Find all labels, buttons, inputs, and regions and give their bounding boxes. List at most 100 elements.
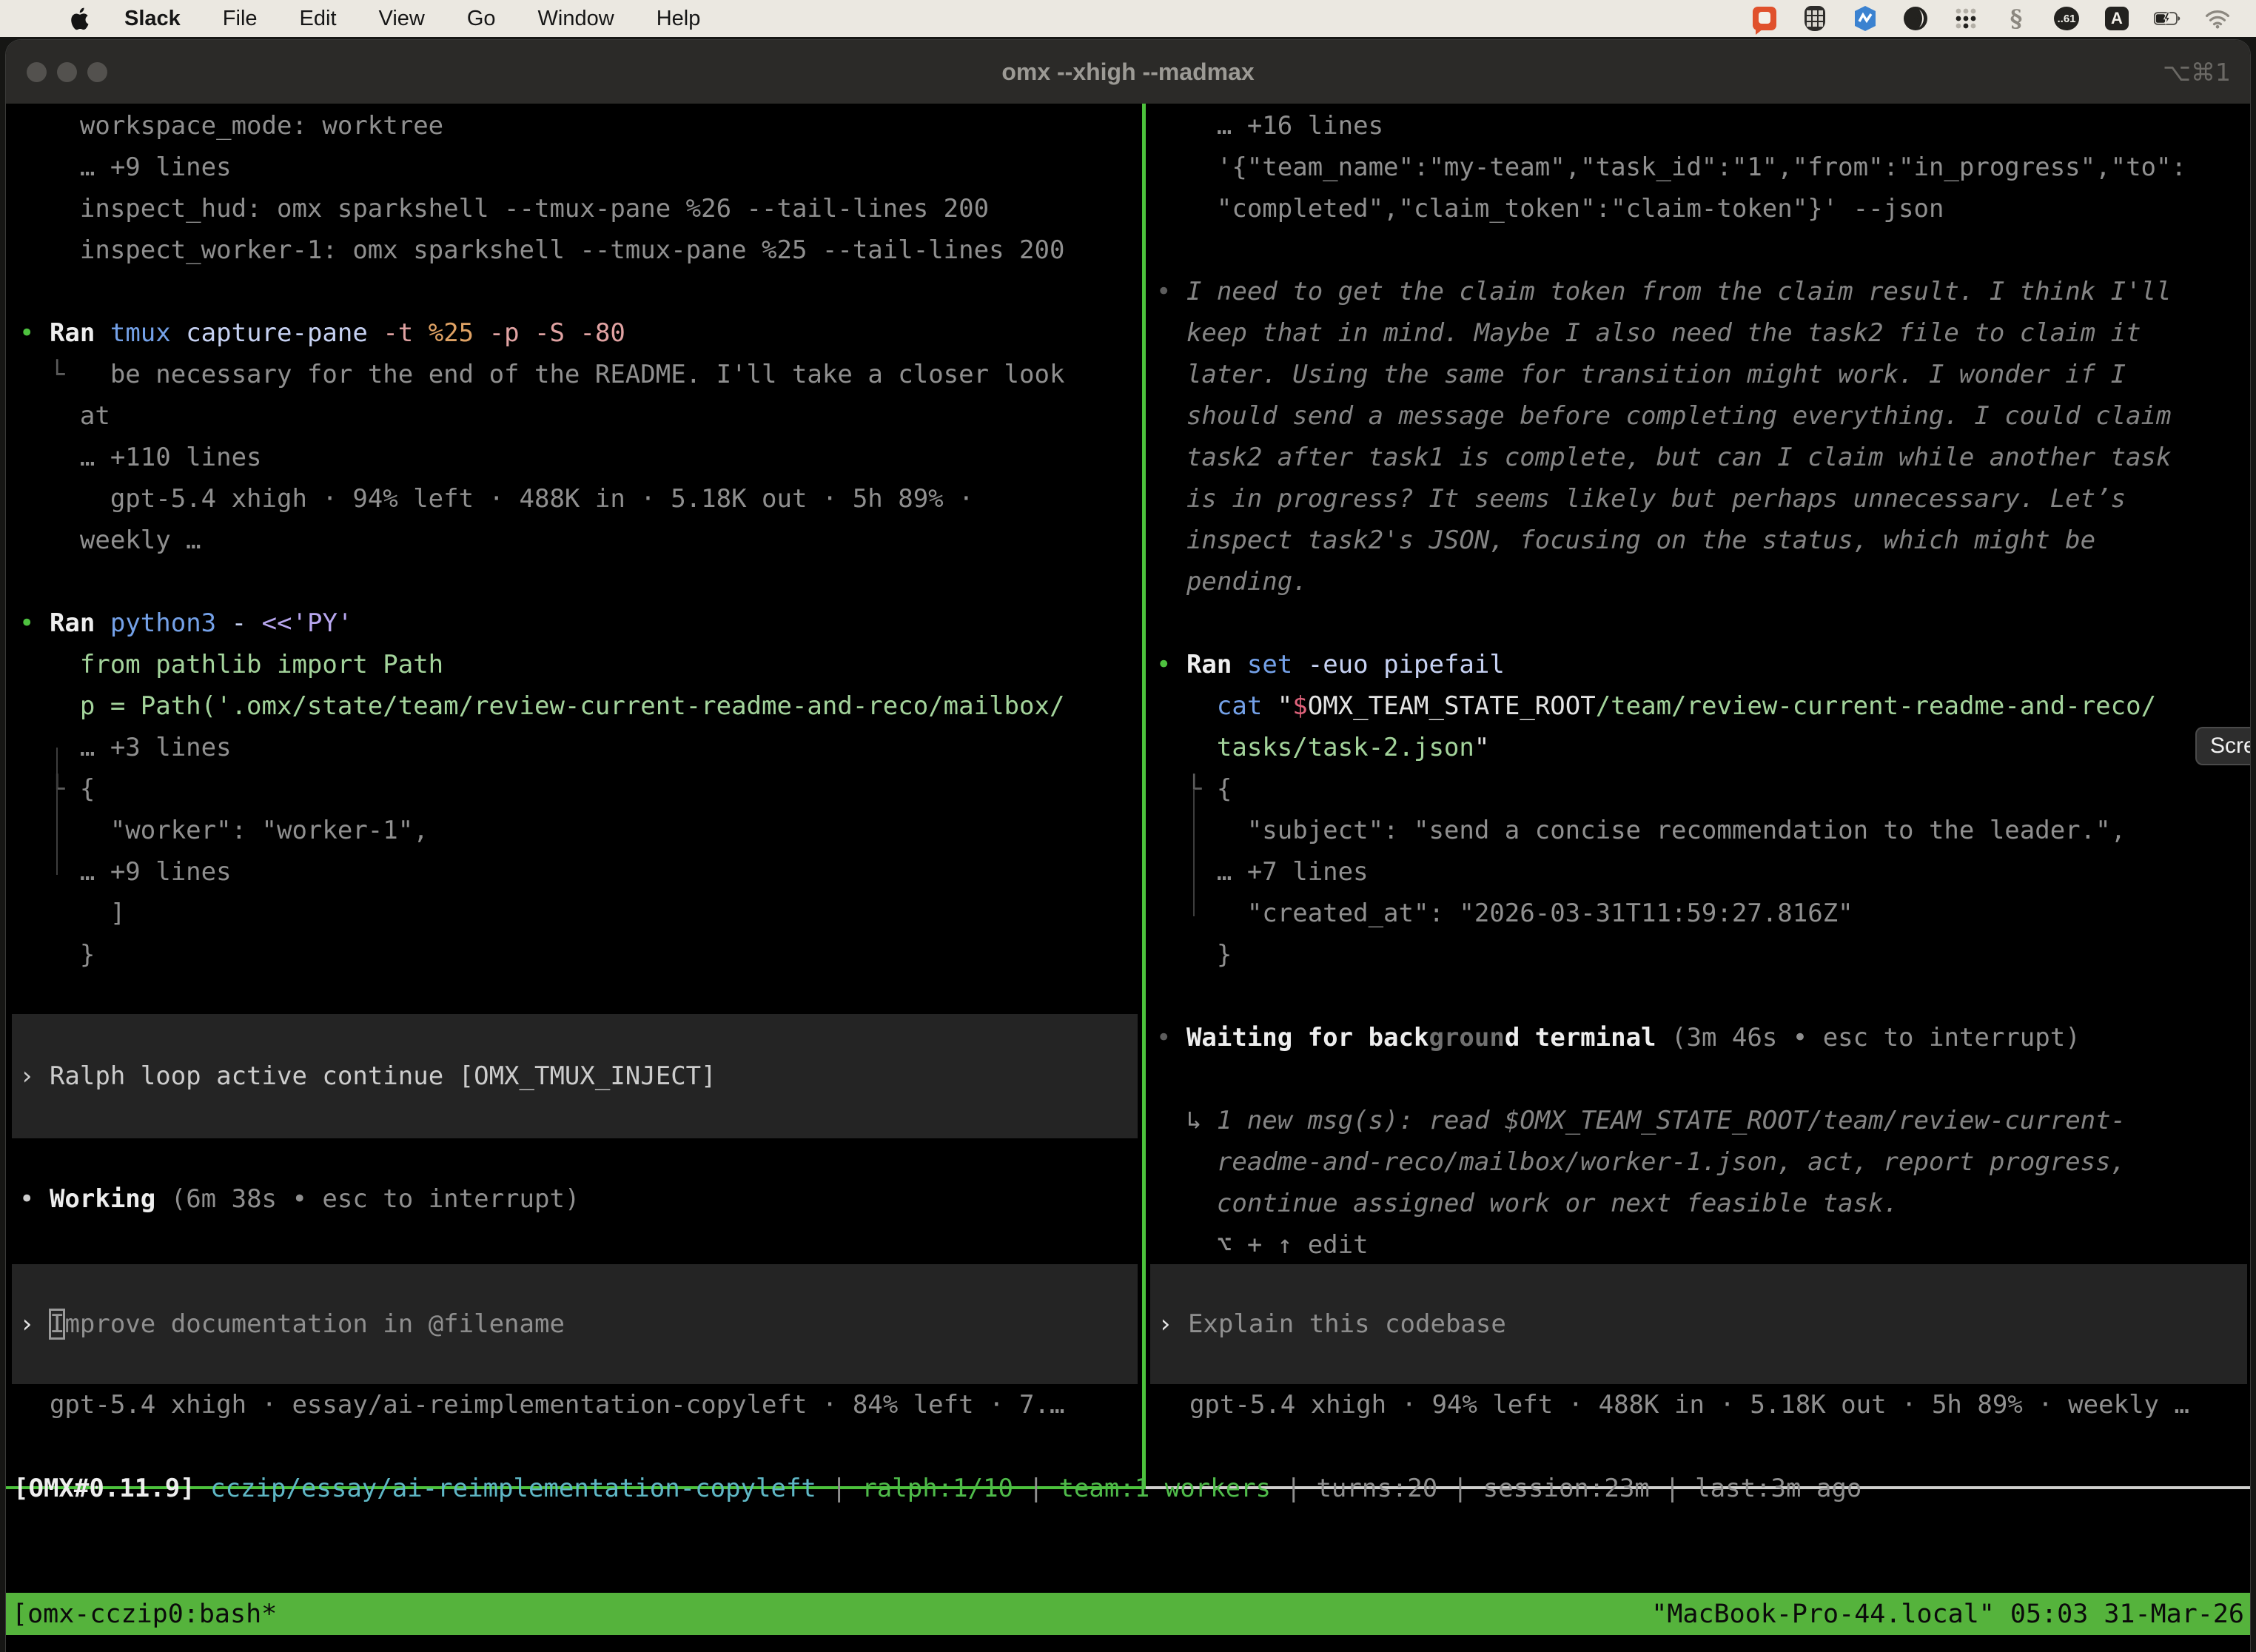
working-status-line: • Working (6m 38s • esc to interrupt) [6,1178,1142,1220]
terminal-line: } [19,934,1142,976]
terminal-line: workspace_mode: worktree [19,105,1142,147]
terminal-line: … +16 lines [1156,105,2250,147]
terminal-line: inspect task2's JSON, focusing on the st… [1156,520,2250,561]
terminal-line: gpt-5.4 xhigh · 94% left · 488K in · 5.1… [1159,1384,2250,1426]
terminal-line: continue assigned work or next feasible … [1156,1183,2250,1224]
terminal-content: workspace_mode: worktree … +9 lines insp… [6,104,2250,1652]
tree-guide-line [56,748,58,875]
menu-item-go[interactable]: Go [467,7,496,31]
squiggle-icon[interactable]: § [2003,5,2030,32]
left-prompt-text: › Improve documentation in @filename [12,1303,1138,1345]
terminal-line: • Waiting for background terminal (3m 46… [1156,1017,2250,1058]
terminal-line: cat "$OMX_TEAM_STATE_ROOT/team/review-cu… [1156,685,2250,727]
tmux-status-bar: [omx-cczip0:bash* "MacBook-Pro-44.local"… [6,1593,2250,1635]
terminal-line: └ { [1156,768,2250,810]
terminal-line: "subject": "send a concise recommendatio… [1156,810,2250,851]
terminal-line: └ { [19,768,1142,810]
terminal-line: '{"team_name":"my-team","task_id":"1","f… [1156,147,2250,188]
terminal-line: › Ralph loop active continue [OMX_TMUX_I… [19,1055,1138,1097]
tmux-host-clock-label: "MacBook-Pro-44.local" 05:03 31-Mar-26 [1651,1599,2244,1629]
apple-icon[interactable] [70,6,92,31]
terminal-line: gpt-5.4 xhigh · essay/ai-reimplementatio… [19,1384,1142,1426]
terminal-line: "worker": "worker-1", [19,810,1142,851]
terminal-line [19,271,1142,312]
shield-grid-icon[interactable] [1802,5,1828,32]
right-pane[interactable]: … +16 lines '{"team_name":"my-team","tas… [1146,104,2250,1486]
terminal-line: … +110 lines [19,437,1142,478]
title-bar: omx --xhigh --madmax ⌥⌘1 [6,40,2250,104]
menu-app-name[interactable]: Slack [124,7,181,31]
window-title: omx --xhigh --madmax [6,58,2250,86]
terminal-line: • Ran set -euo pipefail [1156,644,2250,685]
wifi-icon[interactable] [2204,5,2231,32]
moon-chevron-icon[interactable] [1902,5,1929,32]
tmux-session-label[interactable]: [omx-cczip0:bash* [12,1599,277,1629]
terminal-line: ⌥ + ↑ edit [1156,1224,2250,1266]
terminal-line: "completed","claim_token":"claim-token"}… [1156,188,2250,229]
terminal-line [19,561,1142,602]
terminal-line: gpt-5.4 xhigh · 94% left · 488K in · 5.1… [19,478,1142,520]
ralph-loop-box: › Ralph loop active continue [OMX_TMUX_I… [12,1014,1138,1138]
terminal-line: tasks/task-2.json" [1156,727,2250,768]
chat-app-icon[interactable] [1751,5,1778,32]
menu-item-file[interactable]: File [223,7,258,31]
menu-item-edit[interactable]: Edit [300,7,337,31]
terminal-line: weekly … [19,520,1142,561]
terminal-line [1156,976,2250,1017]
left-pane[interactable]: workspace_mode: worktree … +9 lines insp… [6,104,1142,1486]
terminal-line: … +7 lines [1156,851,2250,893]
left-prompt-input[interactable]: › Improve documentation in @filename [12,1264,1138,1384]
right-prompt-text: › Explain this codebase [1150,1303,2247,1345]
terminal-line [1156,229,2250,271]
window-shortcut-badge: ⌥⌘1 [2163,58,2231,87]
terminal-window: omx --xhigh --madmax ⌥⌘1 workspace_mode:… [6,40,2250,1652]
terminal-line: pending. [1156,561,2250,602]
terminal-line: should send a message before completing … [1156,395,2250,437]
terminal-line: ↳ 1 new msg(s): read $OMX_TEAM_STATE_ROO… [1156,1100,2250,1141]
terminal-line: … +9 lines [19,147,1142,188]
screen-overlay-badge: Scre [2195,727,2250,765]
menu-item-view[interactable]: View [379,7,425,31]
pane-divider[interactable] [1142,104,1146,1489]
terminal-line: keep that in mind. Maybe I also need the… [1156,312,2250,354]
terminal-line: • I need to get the claim token from the… [1156,271,2250,312]
terminal-line: … +3 lines [19,727,1142,768]
terminal-line: from pathlib import Path [19,644,1142,685]
terminal-line: at [19,395,1142,437]
dots-grid-icon[interactable] [1953,5,1979,32]
screen-overlay-label: Scre [2210,733,2250,759]
left-pane-transcript: workspace_mode: worktree … +9 lines insp… [6,105,1142,976]
menu-item-help[interactable]: Help [657,7,701,31]
blue-bolt-icon[interactable] [1852,5,1879,32]
menu-status-icons: § ..61 A [1751,5,2231,32]
terminal-line: › Explain this codebase [1158,1303,2247,1345]
menu-item-window[interactable]: Window [538,7,614,31]
menu-items: Slack File Edit View Go Window Help [124,7,700,31]
ralph-loop-text: › Ralph loop active continue [OMX_TMUX_I… [12,1055,1138,1097]
terminal-line: } [1156,934,2250,976]
terminal-line: inspect_worker-1: omx sparkshell --tmux-… [19,229,1142,271]
terminal-line: • Ran python3 - <<'PY' [19,602,1142,644]
right-pane-transcript: … +16 lines '{"team_name":"my-team","tas… [1146,105,2250,1266]
terminal-line: … +9 lines [19,851,1142,893]
terminal-line: • Ran tmux capture-pane -t %25 -p -S -80 [19,312,1142,354]
omx-hud-status-line: [OMX#0.11.9] cczip/essay/ai-reimplementa… [13,1468,2250,1509]
battery-icon[interactable] [2154,5,2181,32]
tree-guide-line [1193,789,1195,916]
text-a-icon[interactable]: A [2104,5,2130,32]
terminal-line [1156,602,2250,644]
terminal-line: └ be necessary for the end of the README… [19,354,1142,395]
terminal-line: "created_at": "2026-03-31T11:59:27.816Z" [1156,893,2250,934]
left-model-status-line: gpt-5.4 xhigh · essay/ai-reimplementatio… [6,1384,1142,1426]
terminal-line [1156,1058,2250,1100]
terminal-line: p = Path('.omx/state/team/review-current… [19,685,1142,727]
terminal-line: • Working (6m 38s • esc to interrupt) [19,1178,1142,1220]
menu-bar: Slack File Edit View Go Window Help [0,0,2256,37]
terminal-line: [OMX#0.11.9] cczip/essay/ai-reimplementa… [13,1468,2250,1509]
right-prompt-input[interactable]: › Explain this codebase [1150,1264,2247,1384]
badge-61-icon[interactable]: ..61 [2053,5,2080,32]
right-model-status-line: gpt-5.4 xhigh · 94% left · 488K in · 5.1… [1146,1384,2250,1426]
terminal-line: ] [19,893,1142,934]
terminal-line: later. Using the same for transition mig… [1156,354,2250,395]
terminal-line: is in progress? It seems likely but perh… [1156,478,2250,520]
